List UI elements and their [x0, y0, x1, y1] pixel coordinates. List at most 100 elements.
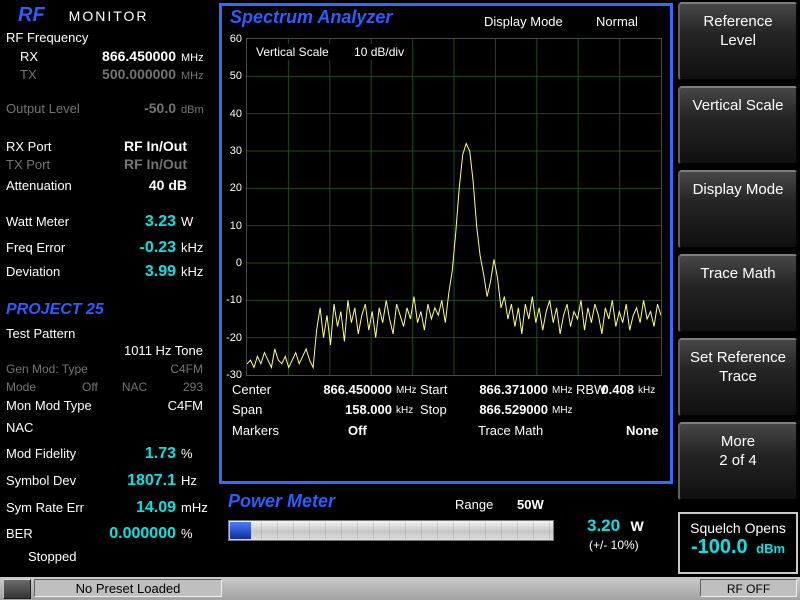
tx-frequency-value[interactable]: 500.000000 — [102, 66, 176, 82]
ber-label: BER — [6, 526, 33, 541]
gen-mod-type-value[interactable]: C4FM — [170, 362, 213, 376]
span-unit: kHz — [396, 405, 413, 416]
vertical-scale-value: 10 dB/div — [354, 45, 404, 59]
rbw-value: 0.408 — [590, 382, 634, 397]
stop-value[interactable]: 866.529000 — [452, 402, 548, 417]
center-value[interactable]: 866.450000 — [288, 382, 392, 397]
freq-error-label: Freq Error — [6, 240, 65, 255]
deviation-label: Deviation — [6, 264, 60, 279]
status-menu-button[interactable] — [3, 579, 31, 599]
span-label: Span — [232, 402, 262, 417]
deviation-value: 3.99 — [145, 263, 176, 281]
tx-label: TX — [20, 67, 37, 82]
rf-frequency-section-label: RF Frequency — [6, 30, 88, 45]
markers-value[interactable]: Off — [348, 423, 367, 438]
y-axis-label: 30 — [230, 145, 242, 157]
watt-meter-unit: W — [176, 214, 213, 229]
squelch-unit: dBm — [756, 541, 785, 556]
center-label: Center — [232, 382, 271, 397]
softkey-more-pager[interactable]: More 2 of 4 — [678, 422, 798, 501]
tx-port-value[interactable]: RF In/Out — [124, 156, 213, 172]
symbol-dev-label: Symbol Dev — [6, 473, 76, 488]
power-meter-title: Power Meter — [228, 491, 335, 512]
ber-status: Stopped — [28, 549, 76, 564]
y-axis-label: -20 — [226, 332, 242, 344]
freq-error-value: -0.23 — [140, 239, 176, 257]
output-level-unit: dBm — [176, 104, 213, 116]
rx-frequency-value[interactable]: 866.450000 — [102, 48, 176, 64]
rf-state-box[interactable]: RF OFF — [700, 579, 797, 597]
nac-value[interactable]: 293 — [183, 380, 213, 394]
rf-title: RF — [18, 4, 45, 27]
spectrum-plot[interactable] — [246, 38, 662, 376]
display-mode-label: Display Mode — [484, 14, 563, 29]
attenuation-label: Attenuation — [6, 178, 72, 193]
squelch-value: -100.0 — [691, 536, 748, 558]
power-meter-panel: Power Meter Range 50W 3.20 W (+/- 10%) — [219, 490, 673, 574]
stop-label: Stop — [420, 402, 447, 417]
vertical-scale-label: Vertical Scale — [256, 45, 329, 59]
y-axis-label: 0 — [236, 257, 242, 269]
tx-port-label: TX Port — [6, 157, 50, 172]
y-axis-label: 10 — [230, 220, 242, 232]
rx-frequency-unit: MHz — [176, 52, 213, 64]
freq-error-unit: kHz — [176, 240, 213, 255]
symbol-dev-unit: Hz — [176, 473, 213, 488]
ber-unit: % — [176, 526, 213, 541]
mod-fidelity-label: Mod Fidelity — [6, 446, 76, 461]
trace-math-value[interactable]: None — [626, 423, 659, 438]
start-value[interactable]: 866.371000 — [452, 382, 548, 397]
softkey-trace-math[interactable]: Trace Math — [678, 254, 798, 333]
mode-value[interactable]: Off — [82, 380, 98, 394]
sym-rate-err-label: Sym Rate Err — [6, 500, 84, 515]
softkey-column: Reference Level Vertical Scale Display M… — [676, 0, 800, 600]
instrument-screen: RF MONITOR RF Frequency RX 866.450000 MH… — [0, 0, 800, 600]
attenuation-value[interactable]: 40 dB — [149, 177, 213, 193]
y-axis-label: 40 — [230, 108, 242, 120]
y-axis-label: -10 — [226, 294, 242, 306]
vertical-scale-readout: Vertical Scale 10 dB/div — [252, 44, 408, 60]
output-level-label: Output Level — [6, 101, 80, 116]
rbw-unit: kHz — [638, 385, 655, 396]
y-axis-label: 60 — [230, 33, 242, 45]
y-axis-labels: 6050403020100-10-20-30 — [222, 38, 244, 376]
symbol-dev-value: 1807.1 — [127, 472, 176, 490]
softkey-vertical-scale[interactable]: Vertical Scale — [678, 86, 798, 165]
output-level-value[interactable]: -50.0 — [144, 100, 176, 116]
mon-mod-type-label: Mon Mod Type — [6, 398, 92, 413]
squelch-opens-box[interactable]: Squelch Opens -100.0 dBm — [678, 512, 798, 574]
start-label: Start — [420, 382, 447, 397]
spectrum-trace-svg — [247, 39, 661, 375]
spectrum-analyzer-panel: Spectrum Analyzer Display Mode Normal 60… — [219, 3, 673, 484]
softkey-display-mode[interactable]: Display Mode — [678, 170, 798, 249]
tx-frequency-unit: MHz — [176, 70, 213, 82]
test-pattern-label: Test Pattern — [6, 326, 75, 341]
stop-unit: MHz — [552, 405, 573, 416]
softkey-reference-level[interactable]: Reference Level — [678, 2, 798, 81]
rf-monitor-panel: RF MONITOR RF Frequency RX 866.450000 MH… — [0, 0, 219, 576]
nac-label: NAC — [122, 380, 147, 394]
power-tolerance: (+/- 10%) — [589, 538, 639, 552]
markers-label: Markers — [232, 423, 279, 438]
preset-status-box[interactable]: No Preset Loaded — [34, 579, 222, 597]
test-pattern-value[interactable]: 1011 Hz Tone — [124, 343, 213, 358]
rx-port-label: RX Port — [6, 139, 52, 154]
range-value[interactable]: 50W — [517, 497, 544, 512]
display-mode-value[interactable]: Normal — [596, 14, 638, 29]
mode-label: Mode — [6, 380, 36, 394]
center-unit: MHz — [396, 385, 417, 396]
power-unit: W — [631, 518, 644, 534]
nac-section-label: NAC — [6, 420, 33, 435]
rx-port-value[interactable]: RF In/Out — [124, 138, 213, 154]
power-value: 3.20 — [587, 516, 620, 535]
monitor-label: MONITOR — [69, 8, 149, 24]
mod-fidelity-value: 1.73 — [145, 445, 176, 463]
power-meter-bar — [228, 520, 554, 541]
ber-value: 0.000000 — [109, 525, 176, 543]
sym-rate-err-unit: mHz — [176, 500, 213, 515]
mod-fidelity-unit: % — [176, 446, 213, 461]
span-value[interactable]: 158.000 — [288, 402, 392, 417]
mon-mod-type-value[interactable]: C4FM — [168, 398, 213, 413]
status-bar: No Preset Loaded RF OFF — [0, 576, 800, 600]
softkey-set-reference-trace[interactable]: Set Reference Trace — [678, 338, 798, 417]
